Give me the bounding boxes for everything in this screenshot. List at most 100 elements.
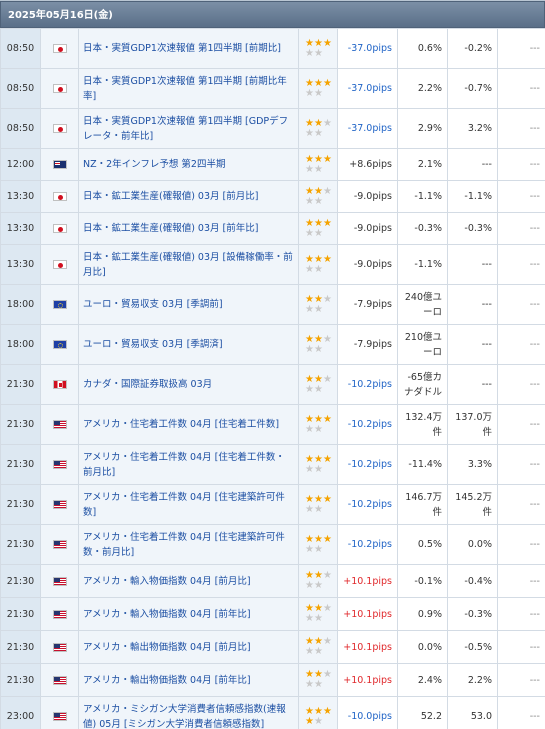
event-name-link[interactable]: アメリカ・ミシガン大学消費者信頼感指数(速報値) 05月 [ミシガン大学消費者信…	[78, 696, 299, 729]
star-empty-icon: ★	[313, 303, 323, 315]
event-name-link[interactable]: アメリカ・住宅着工件数 04月 [住宅着工件数・前月比]	[78, 444, 299, 485]
star-empty-icon: ★	[313, 195, 323, 207]
table-row[interactable]: 08:50 日本・実質GDP1次速報値 第1四半期 [前期比年率] ★★★ ★★ -37…	[0, 68, 545, 109]
star-empty-icon: ★	[305, 463, 314, 475]
event-time: 08:50	[0, 28, 41, 69]
table-row[interactable]: 08:50 日本・実質GDP1次速報値 第1四半期 [GDPデフレータ・前年比] ★…	[0, 108, 545, 149]
star-empty-icon: ★	[313, 127, 323, 139]
star-empty-icon: ★	[305, 127, 314, 139]
forecast-value: -0.3%	[447, 597, 498, 631]
event-name-link[interactable]: NZ・2年インフレ予想 第2四半期	[78, 148, 299, 181]
previous-value: ---	[497, 108, 545, 149]
table-row[interactable]: 12:00 NZ・2年インフレ予想 第2四半期 ★★★ ★★ +8.6pips 2.1% -…	[0, 148, 545, 181]
importance-stars: ★★★ ★★	[298, 663, 338, 697]
table-row[interactable]: 13:30 日本・鉱工業生産(確報値) 03月 [前年比] ★★★ ★★ -9.0pip…	[0, 212, 545, 245]
pips-change: -10.2pips	[337, 444, 398, 485]
us-flag-icon	[52, 576, 67, 586]
event-name-link[interactable]: アメリカ・輸入物価指数 04月 [前年比]	[78, 597, 299, 631]
event-name-link[interactable]: アメリカ・輸入物価指数 04月 [前月比]	[78, 564, 299, 598]
star-empty-icon: ★	[313, 343, 323, 355]
star-empty-icon: ★	[305, 543, 314, 555]
event-name-link[interactable]: 日本・実質GDP1次速報値 第1四半期 [GDPデフレータ・前年比]	[78, 108, 299, 149]
event-time: 21:30	[0, 524, 41, 565]
forecast-value: 3.3%	[447, 444, 498, 485]
country-flag-cell	[40, 180, 79, 213]
event-time: 21:30	[0, 597, 41, 631]
forecast-value: ---	[447, 324, 498, 365]
us-flag-icon	[52, 675, 67, 685]
event-name-link[interactable]: ユーロ・貿易収支 03月 [季調済]	[78, 324, 299, 365]
importance-stars: ★★★ ★★	[298, 148, 338, 181]
table-row[interactable]: 21:30 アメリカ・住宅着工件数 04月 [住宅建築許可件数・前月比] ★★★ ★★…	[0, 524, 545, 565]
star-empty-icon: ★	[313, 47, 323, 59]
table-row[interactable]: 13:30 日本・鉱工業生産(確報値) 03月 [前月比] ★★★ ★★ -9.0pip…	[0, 180, 545, 213]
table-row[interactable]: 21:30 アメリカ・輸入物価指数 04月 [前年比] ★★★ ★★ +10.1pips…	[0, 597, 545, 631]
importance-stars: ★★★ ★★	[298, 28, 338, 69]
jp-flag-icon	[52, 224, 67, 233]
forecast-value: -0.7%	[447, 68, 498, 109]
table-row[interactable]: 08:50 日本・実質GDP1次速報値 第1四半期 [前期比] ★★★ ★★ -37.0…	[0, 28, 545, 69]
forecast-value: 53.0	[447, 696, 498, 729]
forecast-value: -0.3%	[447, 212, 498, 245]
pips-change: -7.9pips	[337, 284, 398, 325]
star-empty-icon: ★	[322, 570, 332, 581]
actual-value: -11.4%	[397, 444, 448, 485]
event-name-link[interactable]: アメリカ・輸出物価指数 04月 [前年比]	[78, 663, 299, 697]
event-time: 23:00	[0, 696, 41, 729]
eu-flag-icon	[52, 340, 67, 349]
table-row[interactable]: 23:00 アメリカ・ミシガン大学消費者信頼感指数(速報値) 05月 [ミシガン大…	[0, 696, 545, 729]
country-flag-cell	[40, 148, 79, 181]
pips-change: -10.2pips	[337, 364, 398, 405]
event-name-link[interactable]: カナダ・国際証券取扱高 03月	[78, 364, 299, 405]
us-flag-icon	[52, 609, 67, 619]
previous-value: ---	[497, 148, 545, 181]
event-name-link[interactable]: アメリカ・住宅着工件数 04月 [住宅着工件数]	[78, 404, 299, 445]
pips-change: -37.0pips	[337, 68, 398, 109]
previous-value: ---	[497, 284, 545, 325]
star-filled-icon: ★	[322, 253, 332, 265]
event-name-link[interactable]: 日本・実質GDP1次速報値 第1四半期 [前期比]	[78, 28, 299, 69]
event-name-link[interactable]: 日本・実質GDP1次速報値 第1四半期 [前期比年率]	[78, 68, 299, 109]
table-row[interactable]: 21:30 アメリカ・住宅着工件数 04月 [住宅着工件数・前月比] ★★★ ★★ -1…	[0, 444, 545, 485]
pips-change: -37.0pips	[337, 28, 398, 69]
star-empty-icon: ★	[313, 679, 323, 690]
star-empty-icon: ★	[322, 636, 332, 647]
event-name-link[interactable]: アメリカ・輸出物価指数 04月 [前月比]	[78, 630, 299, 664]
forecast-value: 2.2%	[447, 663, 498, 697]
event-name-link[interactable]: 日本・鉱工業生産(確報値) 03月 [前月比]	[78, 180, 299, 213]
forecast-value: 145.2万件	[447, 484, 498, 525]
event-name-link[interactable]: アメリカ・住宅着工件数 04月 [住宅建築許可件数]	[78, 484, 299, 525]
table-row[interactable]: 13:30 日本・鉱工業生産(確報値) 03月 [設備稼働率・前月比] ★★★ ★★ -…	[0, 244, 545, 285]
star-empty-icon: ★	[313, 163, 323, 175]
previous-value: ---	[497, 564, 545, 598]
date-header: 2025年05月16日(金)	[0, 1, 545, 28]
pips-change: -10.2pips	[337, 404, 398, 445]
star-empty-icon: ★	[322, 185, 332, 197]
previous-value: ---	[497, 244, 545, 285]
star-empty-icon: ★	[322, 669, 332, 680]
table-row[interactable]: 18:00 ユーロ・貿易収支 03月 [季調済] ★★★ ★★ -7.9pips 210億…	[0, 324, 545, 365]
table-row[interactable]: 21:30 アメリカ・輸出物価指数 04月 [前月比] ★★★ ★★ +10.1pips…	[0, 630, 545, 664]
actual-value: 0.6%	[397, 28, 448, 69]
forecast-value: ---	[447, 364, 498, 405]
event-name-link[interactable]: 日本・鉱工業生産(確報値) 03月 [前年比]	[78, 212, 299, 245]
star-empty-icon: ★	[305, 163, 314, 175]
importance-stars: ★★★ ★★	[298, 324, 338, 365]
actual-value: 0.5%	[397, 524, 448, 565]
table-row[interactable]: 21:30 アメリカ・住宅着工件数 04月 [住宅建築許可件数] ★★★ ★★ -10.…	[0, 484, 545, 525]
star-empty-icon: ★	[322, 603, 332, 614]
table-row[interactable]: 21:30 アメリカ・住宅着工件数 04月 [住宅着工件数] ★★★ ★★ -10.2p…	[0, 404, 545, 445]
table-row[interactable]: 18:00 ユーロ・貿易収支 03月 [季調前] ★★★ ★★ -7.9pips 240億…	[0, 284, 545, 325]
forecast-value: -0.2%	[447, 28, 498, 69]
table-row[interactable]: 21:30 アメリカ・輸入物価指数 04月 [前月比] ★★★ ★★ +10.1pips…	[0, 564, 545, 598]
event-name-link[interactable]: ユーロ・貿易収支 03月 [季調前]	[78, 284, 299, 325]
country-flag-cell	[40, 444, 79, 485]
event-time: 21:30	[0, 663, 41, 697]
table-row[interactable]: 21:30 アメリカ・輸出物価指数 04月 [前年比] ★★★ ★★ +10.1pips…	[0, 663, 545, 697]
actual-value: 132.4万件	[397, 404, 448, 445]
star-empty-icon: ★	[305, 47, 314, 59]
star-empty-icon: ★	[313, 543, 323, 555]
table-row[interactable]: 21:30 カナダ・国際証券取扱高 03月 ★★★ ★★ -10.2pips -65億カナ…	[0, 364, 545, 405]
event-name-link[interactable]: アメリカ・住宅着工件数 04月 [住宅建築許可件数・前月比]	[78, 524, 299, 565]
event-name-link[interactable]: 日本・鉱工業生産(確報値) 03月 [設備稼働率・前月比]	[78, 244, 299, 285]
